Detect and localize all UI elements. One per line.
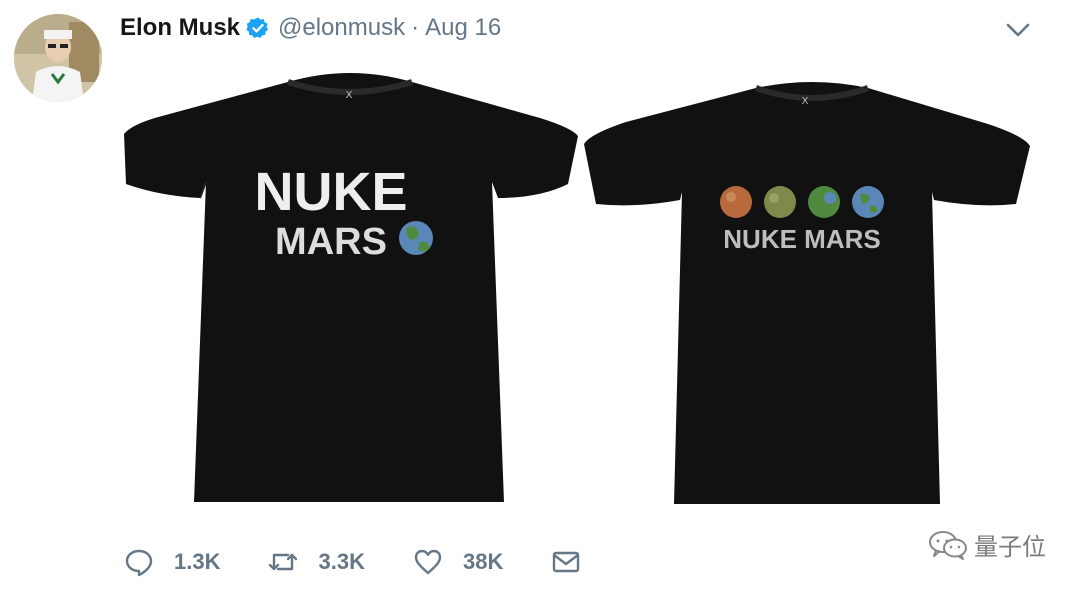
reply-button[interactable]: 1.3K — [124, 547, 220, 577]
avatar-photo — [14, 14, 102, 102]
tshirt-right-graphic: X NUKE MARS — [584, 82, 1030, 504]
envelope-icon — [553, 551, 580, 573]
author-name[interactable]: Elon Musk — [120, 14, 240, 42]
retweet-button[interactable]: 3.3K — [268, 547, 365, 577]
tweet-actions: 1.3K 3.3K 38K — [124, 544, 649, 580]
author-handle[interactable]: @elonmusk — [278, 14, 405, 42]
planet-terraforming-1-icon — [764, 186, 796, 218]
brand-mark-left: X — [346, 90, 353, 101]
shirt-left-line1: NUKE — [254, 162, 407, 222]
verified-badge-icon — [246, 17, 269, 38]
planet-mars-icon — [720, 186, 752, 218]
tshirt-left-graphic: X NUKE MARS — [124, 73, 578, 502]
wechat-icon — [929, 530, 967, 560]
planet-terraforming-2-icon — [808, 186, 840, 218]
shirt-image-right[interactable]: X NUKE MARS — [578, 62, 1034, 520]
watermark-text: 量子位 — [974, 533, 1046, 561]
tweet-date[interactable]: Aug 16 — [425, 14, 501, 42]
like-count: 38K — [462, 549, 504, 574]
watermark: 量子位 — [928, 527, 1046, 562]
direct-message-button[interactable] — [551, 547, 601, 577]
shirt-image-left[interactable]: X NUKE MARS — [120, 62, 584, 520]
shirt-right-text: NUKE MARS — [723, 224, 880, 254]
planet-earth-icon — [852, 186, 884, 218]
brand-mark-right: X — [802, 96, 809, 107]
reply-count: 1.3K — [174, 549, 221, 574]
chevron-down-icon[interactable] — [1004, 18, 1032, 42]
header-separator: · — [411, 14, 420, 41]
like-button[interactable]: 38K — [413, 547, 503, 577]
tweet-header: Elon Musk @elonmusk · Aug 16 — [120, 10, 501, 46]
avatar[interactable] — [14, 14, 102, 102]
reply-icon — [125, 549, 153, 577]
heart-icon — [414, 549, 442, 575]
tweet-media[interactable]: X NUKE MARS X NUKE MARS — [120, 62, 1034, 520]
earth-globe-icon — [399, 221, 433, 255]
shirt-left-line2: MARS — [275, 221, 387, 263]
retweet-icon — [269, 553, 298, 571]
retweet-count: 3.3K — [318, 549, 365, 574]
